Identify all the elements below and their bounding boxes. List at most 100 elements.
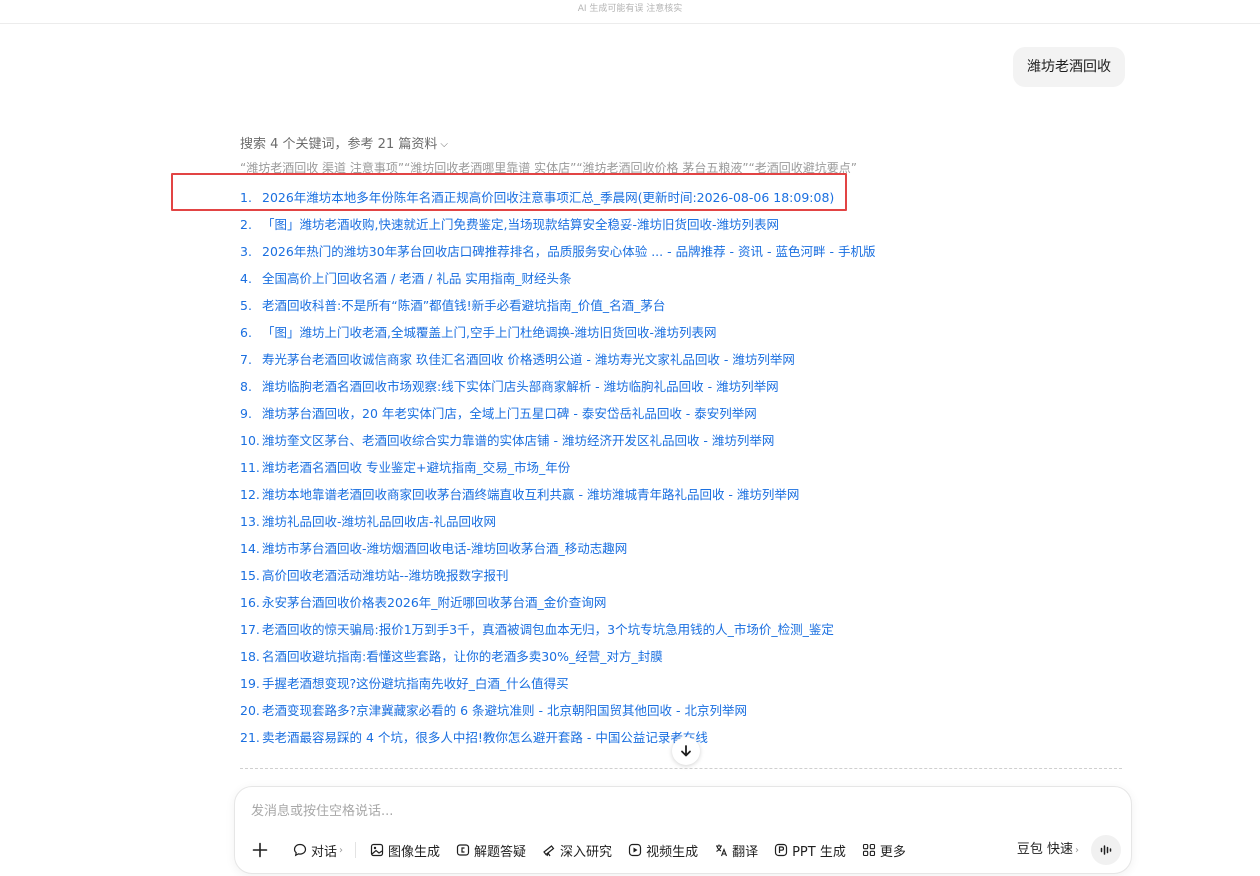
tool-chat-mode[interactable]: 对话 › xyxy=(287,837,349,863)
reference-title: 潍坊茅台酒回收，20 年老实体门店，全域上门五星口碑 - 泰安岱岳礼品回收 - … xyxy=(262,406,757,421)
reference-link[interactable]: 3. 2026年热门的潍坊30年茅台回收店口碑推荐排名，品质服务安心体验 ... … xyxy=(240,240,1120,267)
search-keywords: “潍坊老酒回收 渠道 注意事项”“潍坊回收老酒哪里靠谱 实体店”“潍坊老酒回收价… xyxy=(240,161,857,175)
reference-title: 2026年潍坊本地多年份陈年名酒正规高价回收注意事项汇总_季晨网(更新时间:20… xyxy=(262,190,835,205)
tool-ppt-generation[interactable]: PPT 生成 xyxy=(768,837,852,863)
tool-more[interactable]: 更多 xyxy=(856,837,912,863)
reference-title: 2026年热门的潍坊30年茅台回收店口碑推荐排名，品质服务安心体验 ... - … xyxy=(262,244,876,259)
reference-link[interactable]: 17. 老酒回收的惊天骗局:报价1万到手3千，真酒被调包血本无归，3个坑专坑急用钱… xyxy=(240,618,1120,645)
tool-label: PPT 生成 xyxy=(792,844,846,860)
reference-title: 潍坊临朐老酒名酒回收市场观察:线下实体门店头部商家解析 - 潍坊临朐礼品回收 -… xyxy=(262,379,779,394)
reference-link[interactable]: 4. 全国高价上门回收名酒 / 老酒 / 礼品 实用指南_财经头条 xyxy=(240,267,1120,294)
model-label: 豆包 快速 xyxy=(1016,842,1073,857)
solve-icon xyxy=(456,844,470,856)
reference-number: 7. xyxy=(240,352,252,367)
reference-link[interactable]: 8. 潍坊临朐老酒名酒回收市场观察:线下实体门店头部商家解析 - 潍坊临朐礼品回收… xyxy=(240,375,1120,402)
reference-number: 6. xyxy=(240,325,252,340)
reference-list: 1. 2026年潍坊本地多年份陈年名酒正规高价回收注意事项汇总_季晨网(更新时间:… xyxy=(240,186,1120,753)
reference-number: 16. xyxy=(240,595,260,610)
video-icon xyxy=(628,843,642,857)
reference-link[interactable]: 1. 2026年潍坊本地多年份陈年名酒正规高价回收注意事项汇总_季晨网(更新时间:… xyxy=(240,186,1120,213)
reference-title: 手握老酒想变现?这份避坑指南先收好_白酒_什么值得买 xyxy=(262,676,569,691)
reference-title: 高价回收老酒活动潍坊站--潍坊晚报数字报刊 xyxy=(262,568,509,583)
reference-link[interactable]: 11. 潍坊老酒名酒回收 专业鉴定+避坑指南_交易_市场_年份 xyxy=(240,456,1120,483)
tool-problem-solving[interactable]: 解题答疑 xyxy=(450,837,532,863)
reference-link[interactable]: 10. 潍坊奎文区茅台、老酒回收综合实力靠谱的实体店铺 - 潍坊经济开发区礼品回收… xyxy=(240,429,1120,456)
tool-image-generation[interactable]: 图像生成 xyxy=(364,837,446,863)
reference-link[interactable]: 13. 潍坊礼品回收-潍坊礼品回收店-礼品回收网 xyxy=(240,510,1120,537)
reference-title: 名酒回收避坑指南:看懂这些套路，让你的老酒多卖30%_经营_对方_封膜 xyxy=(262,649,663,664)
reference-title: 老酒变现套路多?京津冀藏家必看的 6 条避坑准则 - 北京朝阳国贸其他回收 - … xyxy=(262,703,747,718)
reference-title: 老酒回收的惊天骗局:报价1万到手3千，真酒被调包血本无归，3个坑专坑急用钱的人_… xyxy=(262,622,834,637)
chevron-right-icon: › xyxy=(1075,845,1079,856)
grid-icon xyxy=(862,843,875,857)
reference-title: 「图」潍坊上门收老酒,全城覆盖上门,空手上门杜绝调换-潍坊旧货回收-潍坊列表网 xyxy=(262,325,717,340)
reference-number: 19. xyxy=(240,676,260,691)
message-input[interactable] xyxy=(251,801,1111,821)
voice-input-button[interactable] xyxy=(1091,835,1121,865)
tool-label: 图像生成 xyxy=(388,844,441,860)
reference-link[interactable]: 15. 高价回收老酒活动潍坊站--潍坊晚报数字报刊 xyxy=(240,564,1120,591)
tool-label: 深入研究 xyxy=(560,844,613,860)
reference-link[interactable]: 14. 潍坊市茅台酒回收-潍坊烟酒回收电话-潍坊回收茅台酒_移动志趣网 xyxy=(240,537,1120,564)
model-selector[interactable]: 豆包 快速 › xyxy=(1017,837,1079,863)
reference-link[interactable]: 2. 「图」潍坊老酒收购,快速就近上门免费鉴定,当场现款结算安全稳妥-潍坊旧货回收… xyxy=(240,213,1120,240)
tool-label: 解题答疑 xyxy=(474,844,527,860)
reference-number: 21. xyxy=(240,730,260,745)
waveform-icon xyxy=(1100,845,1112,855)
reference-number: 15. xyxy=(240,568,260,583)
reference-number: 4. xyxy=(240,271,252,286)
reference-number: 18. xyxy=(240,649,260,664)
tool-label: 更多 xyxy=(879,844,906,860)
reference-link[interactable]: 18. 名酒回收避坑指南:看懂这些套路，让你的老酒多卖30%_经营_对方_封膜 xyxy=(240,645,1120,672)
reference-number: 12. xyxy=(240,487,260,502)
reference-number: 14. xyxy=(240,541,260,556)
search-summary-toggle[interactable]: 搜索 4 个关键词，参考 21 篇资料 ⌵ xyxy=(240,136,448,155)
reference-link[interactable]: 7. 寿光茅台老酒回收诚信商家 玖佳汇名酒回收 价格透明公道 - 潍坊寿光文家礼品… xyxy=(240,348,1120,375)
reference-link[interactable]: 20. 老酒变现套路多?京津冀藏家必看的 6 条避坑准则 - 北京朝阳国贸其他回收… xyxy=(240,699,1120,726)
reference-title: 潍坊本地靠谱老酒回收商家回收茅台酒终端直收互利共赢 - 潍坊潍城青年路礼品回收 … xyxy=(262,487,800,502)
reference-title: 永安茅台酒回收价格表2026年_附近哪回收茅台酒_金价查询网 xyxy=(262,595,607,610)
ppt-icon xyxy=(774,843,788,857)
tool-deep-research[interactable]: 深入研究 xyxy=(536,837,618,863)
reference-number: 3. xyxy=(240,244,252,259)
reference-link[interactable]: 19. 手握老酒想变现?这份避坑指南先收好_白酒_什么值得买 xyxy=(240,672,1120,699)
composer-toolbar: 对话 › 图像生成 解题答疑 深入研究 视频生成 翻译 PPT 生成 更多 xyxy=(249,837,916,863)
reference-number: 17. xyxy=(240,622,260,637)
chat-bubble-icon xyxy=(293,843,307,857)
reference-link[interactable]: 9. 潍坊茅台酒回收，20 年老实体门店，全域上门五星口碑 - 泰安岱岳礼品回收 … xyxy=(240,402,1120,429)
reference-number: 11. xyxy=(240,460,260,475)
reference-link[interactable]: 16. 永安茅台酒回收价格表2026年_附近哪回收茅台酒_金价查询网 xyxy=(240,591,1120,618)
tool-label: 翻译 xyxy=(732,844,759,860)
plus-icon xyxy=(252,842,268,858)
tool-label: 对话 xyxy=(311,844,338,860)
reference-title: 全国高价上门回收名酒 / 老酒 / 礼品 实用指南_财经头条 xyxy=(262,271,572,286)
reference-number: 10. xyxy=(240,433,260,448)
tool-label: 视频生成 xyxy=(646,844,699,860)
tool-video-generation[interactable]: 视频生成 xyxy=(622,837,704,863)
telescope-icon xyxy=(543,845,555,857)
chevron-right-icon: › xyxy=(339,844,344,856)
reference-number: 9. xyxy=(240,406,252,421)
tool-translate[interactable]: 翻译 xyxy=(708,837,764,863)
reference-link[interactable]: 5. 老酒回收科普:不是所有“陈酒”都值钱!新手必看避坑指南_价值_名酒_茅台 xyxy=(240,294,1120,321)
scroll-to-bottom-button[interactable] xyxy=(672,737,700,765)
reference-number: 13. xyxy=(240,514,260,529)
search-summary-text: 搜索 4 个关键词，参考 21 篇资料 xyxy=(240,137,438,152)
reference-link[interactable]: 12. 潍坊本地靠谱老酒回收商家回收茅台酒终端直收互利共赢 - 潍坊潍城青年路礼品… xyxy=(240,483,1120,510)
reference-title: 潍坊礼品回收-潍坊礼品回收店-礼品回收网 xyxy=(262,514,497,529)
reference-number: 2. xyxy=(240,217,252,232)
message-composer: 对话› 图像生成 解题答疑 深入研究 视频生成 翻译 PPT 生成 xyxy=(234,786,1132,874)
reference-title: 老酒回收科普:不是所有“陈酒”都值钱!新手必看避坑指南_价值_名酒_茅台 xyxy=(262,298,666,313)
reference-link[interactable]: 6. 「图」潍坊上门收老酒,全城覆盖上门,空手上门杜绝调换-潍坊旧货回收-潍坊列表… xyxy=(240,321,1120,348)
reference-title: 潍坊市茅台酒回收-潍坊烟酒回收电话-潍坊回收茅台酒_移动志趣网 xyxy=(262,541,628,556)
toolbar-separator xyxy=(355,842,357,858)
reference-number: 1. xyxy=(240,190,252,205)
chevron-down-icon: ⌵ xyxy=(440,139,448,150)
arrow-down-icon xyxy=(681,745,691,757)
divider xyxy=(240,768,1122,769)
add-attachment-button[interactable] xyxy=(249,839,271,861)
ai-disclaimer: AI 生成可能有误 注意核实 xyxy=(0,0,1260,24)
reference-title: 潍坊奎文区茅台、老酒回收综合实力靠谱的实体店铺 - 潍坊经济开发区礼品回收 - … xyxy=(262,433,775,448)
translate-icon xyxy=(716,844,728,857)
reference-number: 5. xyxy=(240,298,252,313)
